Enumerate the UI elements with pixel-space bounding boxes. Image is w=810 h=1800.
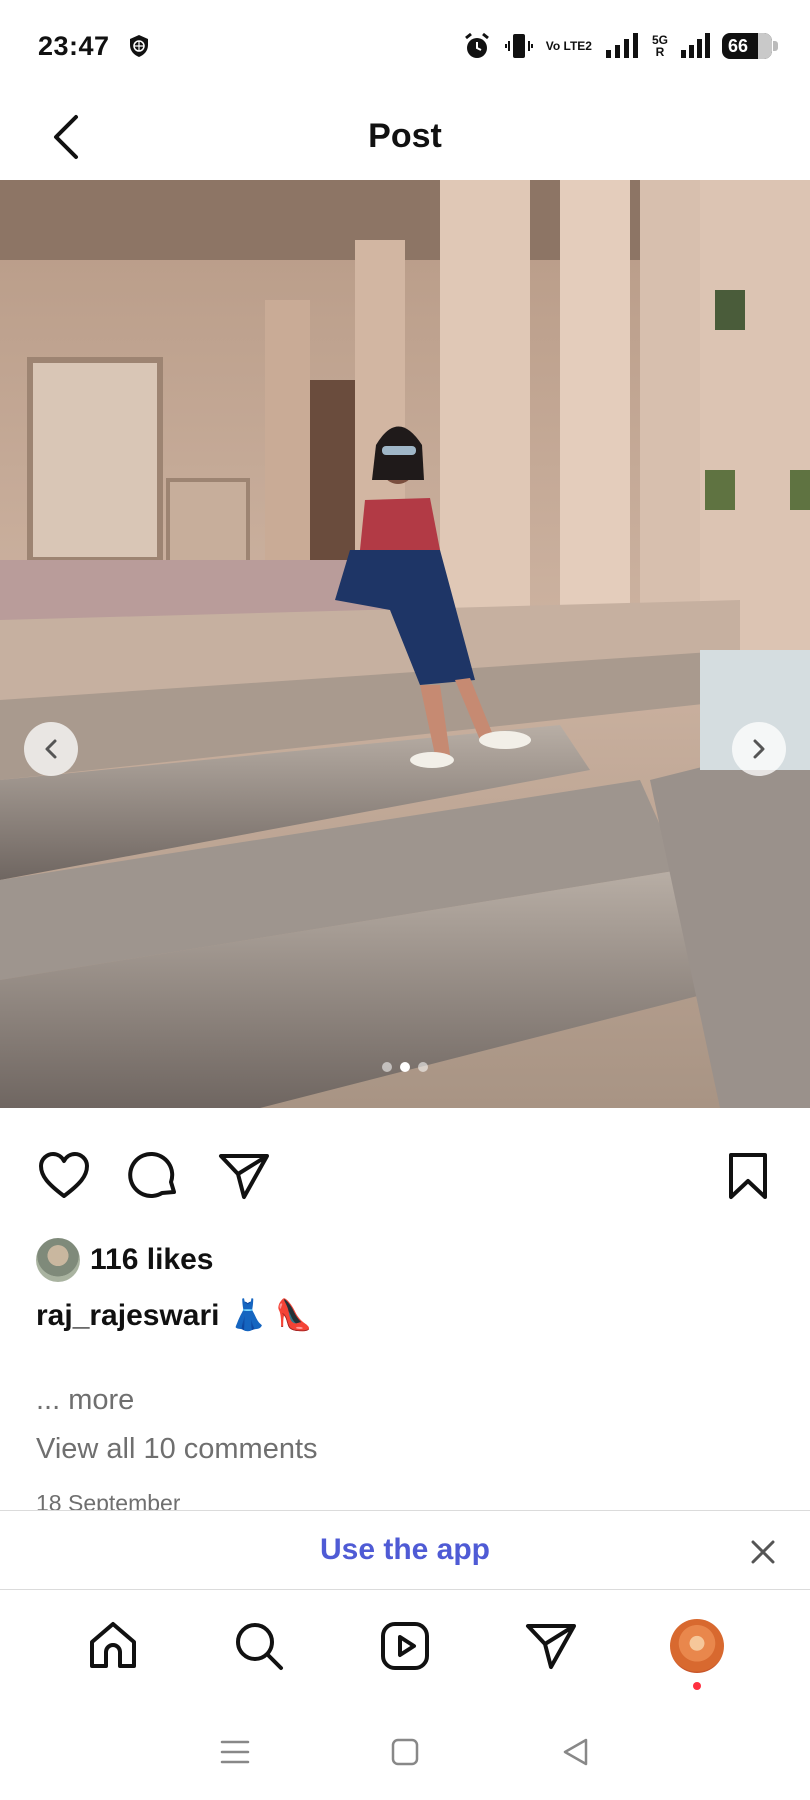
vibrate-icon: [504, 34, 533, 58]
chevron-left-icon: [45, 739, 57, 759]
chevron-right-icon: [753, 739, 765, 759]
system-back-button[interactable]: [555, 1732, 595, 1772]
more-link[interactable]: ... more: [36, 1384, 134, 1417]
back-button[interactable]: [40, 110, 90, 164]
reels-icon: [381, 1622, 429, 1670]
send-icon: [526, 1624, 576, 1669]
triangle-back-icon: [563, 1738, 588, 1766]
nav-search[interactable]: [227, 1614, 291, 1678]
close-icon: [751, 1540, 775, 1564]
post-actions: [36, 1148, 776, 1204]
vpn-icon: [129, 35, 148, 57]
signal-icon: [681, 33, 710, 58]
nav-reels[interactable]: [373, 1614, 437, 1678]
recent-apps-button[interactable]: [215, 1732, 255, 1772]
signal-icon: [605, 33, 638, 58]
carousel-dot: [382, 1062, 392, 1072]
volte-indicator: Vo LTE2: [545, 39, 592, 53]
page-title: Post: [368, 116, 442, 155]
carousel-indicator: [0, 1062, 810, 1072]
carousel-dot-active: [400, 1062, 410, 1072]
nav-profile[interactable]: [665, 1614, 729, 1690]
post-photo: [0, 180, 810, 1108]
caption-username[interactable]: raj_rajeswari: [36, 1299, 219, 1333]
use-app-banner: Use the app: [0, 1510, 810, 1590]
liker-avatar: [36, 1238, 80, 1282]
carousel-next-button[interactable]: [732, 722, 786, 776]
banner-close-button[interactable]: [746, 1535, 780, 1569]
save-button[interactable]: [720, 1148, 776, 1204]
nav-direct[interactable]: [519, 1614, 583, 1678]
alarm-icon: [464, 32, 489, 58]
post-date: 18 September: [36, 1490, 181, 1512]
search-icon: [236, 1623, 283, 1670]
send-icon: [219, 1154, 269, 1199]
system-home-button[interactable]: [385, 1732, 425, 1772]
comment-icon: [128, 1152, 176, 1198]
bookmark-icon: [729, 1153, 767, 1199]
menu-icon: [220, 1740, 250, 1764]
nav-home[interactable]: [81, 1614, 145, 1678]
share-button[interactable]: [216, 1148, 272, 1204]
home-icon: [90, 1622, 136, 1668]
likes-row[interactable]: 116 likes: [36, 1238, 213, 1282]
caption-emoji: 👗 👠: [229, 1299, 313, 1332]
notification-dot: [693, 1682, 701, 1690]
comment-button[interactable]: [126, 1148, 182, 1204]
square-icon: [391, 1738, 419, 1766]
view-comments-link[interactable]: View all 10 comments: [36, 1433, 318, 1466]
likes-count[interactable]: 116 likes: [90, 1243, 213, 1277]
heart-icon: [39, 1152, 89, 1198]
use-app-link[interactable]: Use the app: [320, 1533, 490, 1567]
carousel-prev-button[interactable]: [24, 722, 78, 776]
battery-icon: 66: [722, 33, 778, 59]
status-bar: 23:47 Vo LTE2 5G R 66: [0, 0, 810, 92]
caption: raj_rajeswari 👗 👠: [36, 1298, 313, 1333]
status-time: 23:47: [38, 30, 110, 61]
system-nav-bar: [0, 1712, 810, 1792]
bottom-nav: [0, 1590, 810, 1702]
post-image[interactable]: [0, 180, 810, 1108]
network-type: 5G R: [651, 33, 668, 59]
carousel-dot: [418, 1062, 428, 1072]
page-header: Post: [0, 92, 810, 180]
like-button[interactable]: [36, 1148, 92, 1204]
profile-avatar: [670, 1619, 724, 1673]
chevron-left-icon: [54, 115, 78, 159]
